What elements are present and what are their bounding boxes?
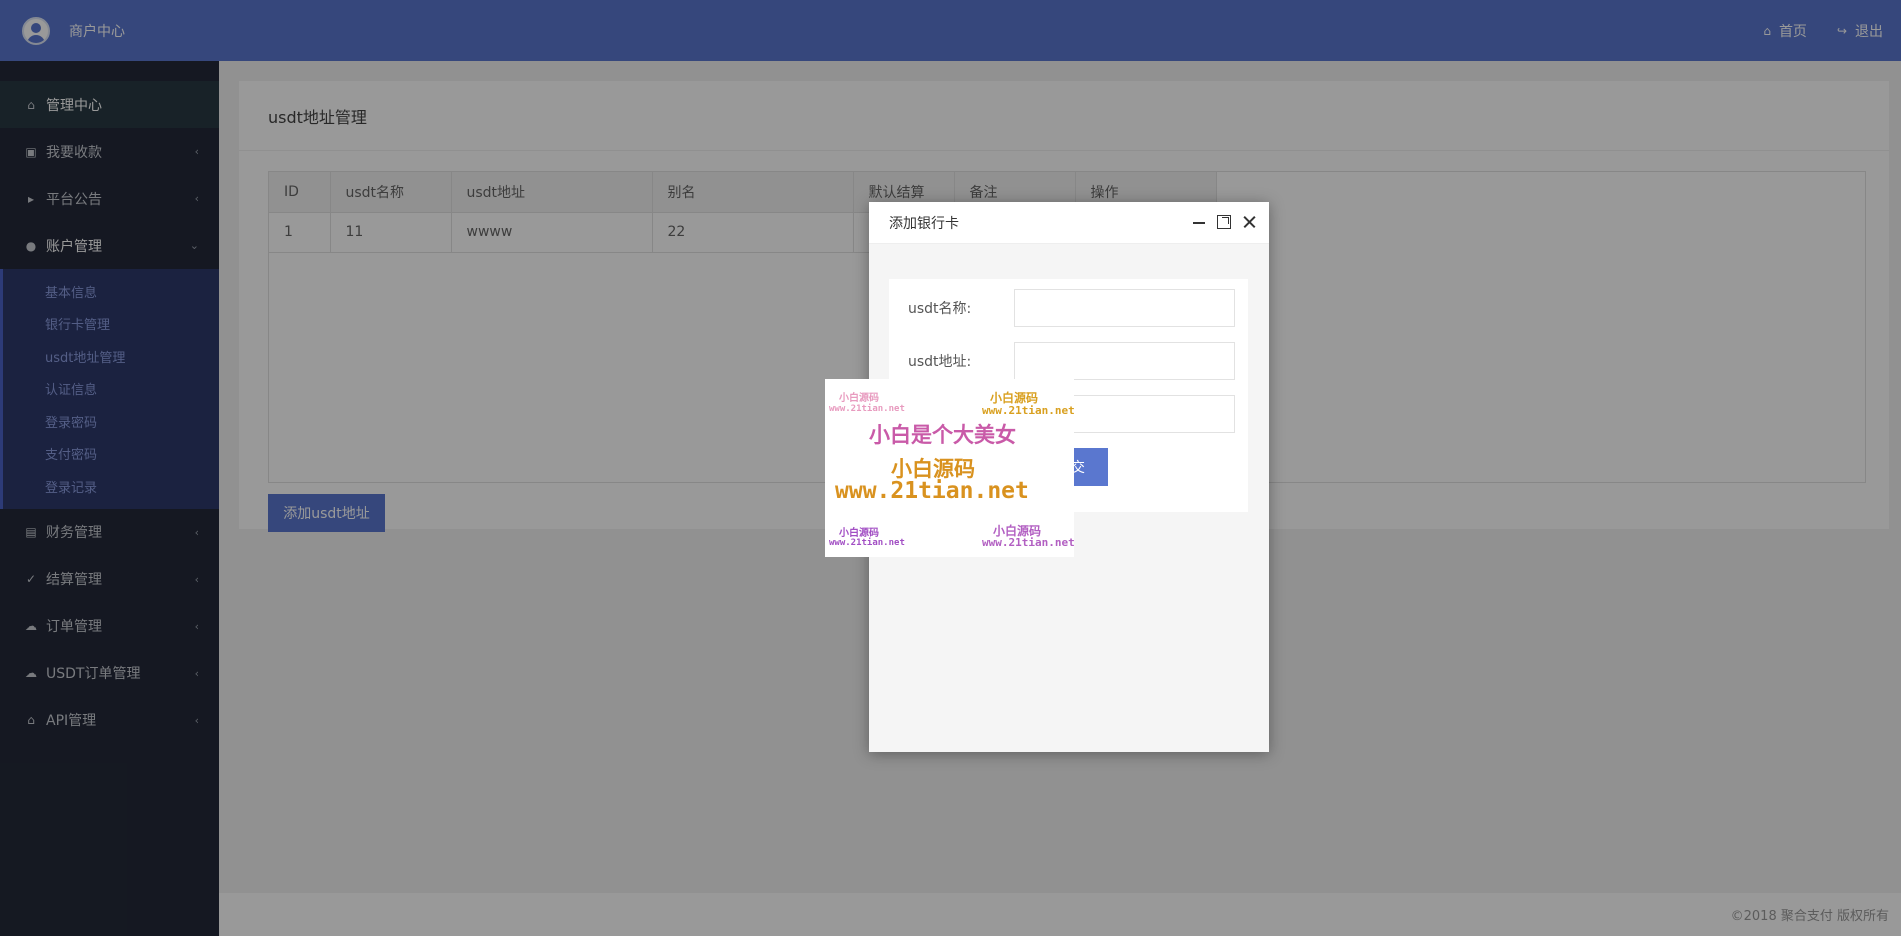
dialog-controls — [1181, 214, 1257, 230]
watermark-text: www.21tian.net — [829, 538, 905, 548]
watermark-text: www.21tian.net — [829, 404, 905, 414]
watermark-text: www.21tian.net — [982, 404, 1075, 417]
form-row-usdt-name: usdt名称: — [908, 289, 1235, 327]
usdt-name-input[interactable] — [1014, 289, 1235, 327]
close-icon[interactable] — [1241, 214, 1257, 230]
watermark-text: 小白源码 — [839, 528, 879, 539]
watermark-text: www.21tian.net — [835, 478, 1029, 504]
usdt-address-input[interactable] — [1014, 342, 1235, 380]
watermark-image: 小白源码 www.21tian.net 小白源码 www.21tian.net … — [825, 379, 1075, 557]
watermark-text: www.21tian.net — [982, 536, 1075, 549]
watermark-text: 小白是个大美女 — [869, 423, 1016, 447]
form-row-usdt-address: usdt地址: — [908, 342, 1235, 380]
minimize-icon[interactable] — [1191, 214, 1207, 230]
usdt-name-label: usdt名称: — [908, 301, 972, 317]
maximize-icon[interactable] — [1217, 215, 1231, 229]
watermark-text: 小白源码 — [839, 393, 879, 404]
dialog-title: 添加银行卡 — [889, 215, 959, 232]
usdt-address-label: usdt地址: — [908, 354, 972, 370]
dialog-header: 添加银行卡 — [869, 202, 1269, 244]
